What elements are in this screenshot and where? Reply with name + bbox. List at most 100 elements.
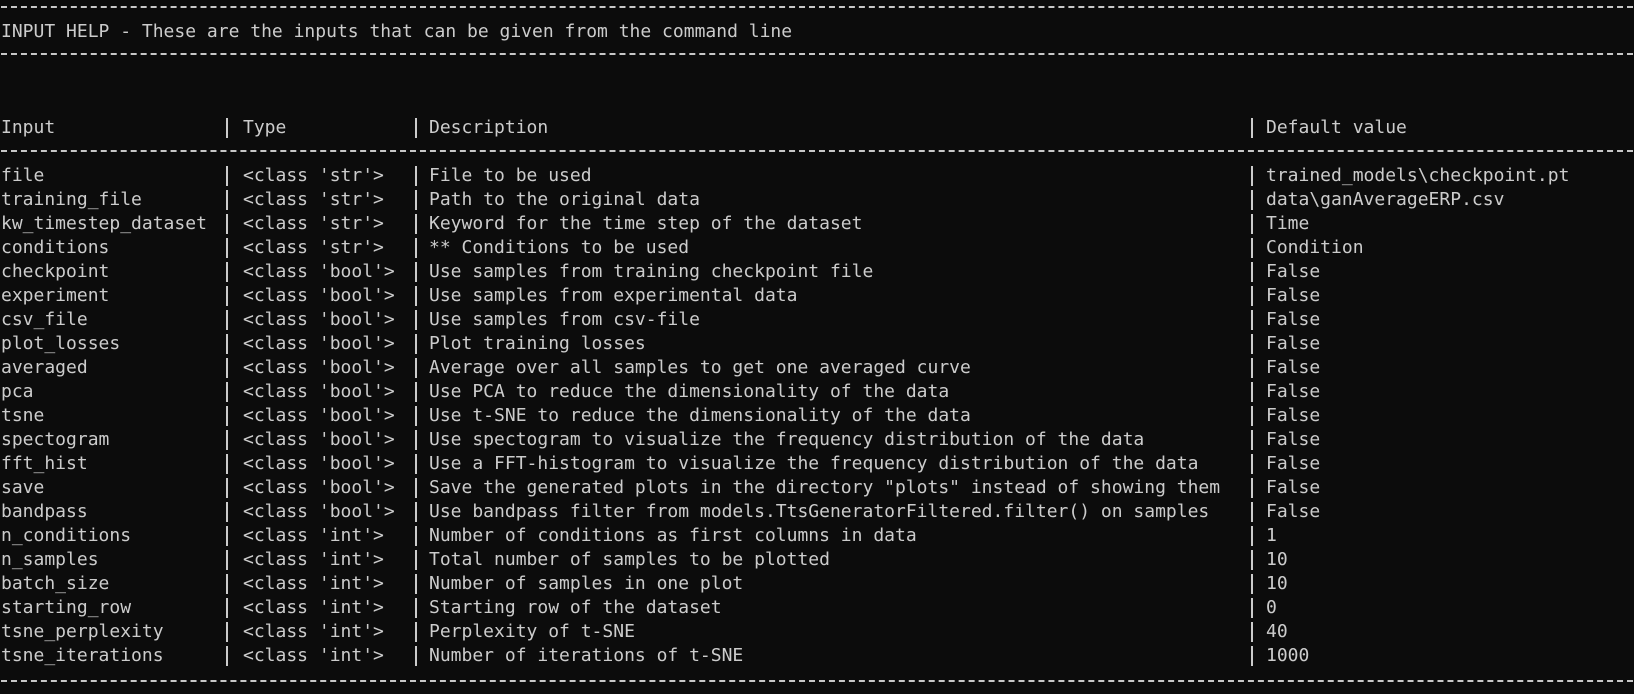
row-default: False (1266, 501, 1321, 522)
table-row: file <class 'str'> File to be used trained_… (1, 164, 1633, 188)
header-description: Description (429, 117, 549, 138)
column-separator (415, 502, 417, 522)
table-row: batch_size <class 'int'> Number of samples… (1, 572, 1633, 596)
column-separator (226, 118, 228, 138)
row-type: <class 'str'> (243, 165, 384, 186)
table-row: kw_timestep_dataset <class 'str'> Keyword … (1, 212, 1633, 236)
table-row: pca <class 'bool'> Use PCA to reduce the d… (1, 380, 1633, 404)
column-separator (1251, 214, 1253, 234)
column-separator (415, 262, 417, 282)
column-separator (415, 550, 417, 570)
column-separator (415, 646, 417, 666)
table-row: averaged <class 'bool'> Average over all s… (1, 356, 1633, 380)
column-separator (1251, 646, 1253, 666)
row-default: Time (1266, 213, 1310, 234)
row-description: Total number of samples to be plotted (429, 549, 830, 570)
row-type: <class 'bool'> (243, 309, 395, 330)
table-row: bandpass <class 'bool'> Use bandpass filte… (1, 500, 1633, 524)
row-type: <class 'str'> (243, 189, 384, 210)
row-type: <class 'int'> (243, 549, 384, 570)
row-description: Use samples from training checkpoint fil… (429, 261, 874, 282)
row-description: Path to the original data (429, 189, 700, 210)
row-description: File to be used (429, 165, 592, 186)
row-input: batch_size (1, 573, 110, 594)
row-default: 10 (1266, 573, 1288, 594)
header-type: Type (243, 117, 287, 138)
column-separator (1251, 382, 1253, 402)
column-separator (1251, 502, 1253, 522)
row-type: <class 'bool'> (243, 429, 395, 450)
column-separator (226, 550, 228, 570)
column-separator (1251, 166, 1253, 186)
header-default: Default value (1266, 117, 1407, 138)
row-input: checkpoint (1, 261, 110, 282)
row-default: False (1266, 477, 1321, 498)
column-separator (226, 286, 228, 306)
row-input: starting_row (1, 597, 132, 618)
column-separator (226, 574, 228, 594)
row-input: tsne_iterations (1, 645, 164, 666)
row-input: n_samples (1, 549, 99, 570)
column-separator (1251, 118, 1253, 138)
table-row: tsne_perplexity <class 'int'> Perplexity o… (1, 620, 1633, 644)
table-row: save <class 'bool'> Save the generated plo… (1, 476, 1633, 500)
column-separator (226, 382, 228, 402)
help-title: INPUT HELP - These are the inputs that c… (1, 21, 793, 42)
row-input: kw_timestep_dataset (1, 213, 207, 234)
table-row: training_file <class 'str'> Path to the or… (1, 188, 1633, 212)
column-separator (1251, 526, 1253, 546)
column-separator (415, 214, 417, 234)
column-separator (415, 334, 417, 354)
row-description: Plot training losses (429, 333, 646, 354)
column-separator (1251, 430, 1253, 450)
table-row: checkpoint <class 'bool'> Use samples from… (1, 260, 1633, 284)
row-default: False (1266, 453, 1321, 474)
column-separator (415, 382, 417, 402)
column-separator (415, 358, 417, 378)
separator-line (1, 53, 1633, 55)
row-type: <class 'bool'> (243, 477, 395, 498)
row-description: Save the generated plots in the director… (429, 477, 1221, 498)
column-separator (226, 358, 228, 378)
column-separator (1251, 334, 1253, 354)
row-default: data\ganAverageERP.csv (1266, 189, 1505, 210)
column-separator (226, 262, 228, 282)
column-separator (1251, 598, 1253, 618)
row-input: bandpass (1, 501, 88, 522)
row-default: 0 (1266, 597, 1277, 618)
row-input: averaged (1, 357, 88, 378)
row-input: experiment (1, 285, 110, 306)
row-description: Use a FFT-histogram to visualize the fre… (429, 453, 1199, 474)
column-separator (1251, 262, 1253, 282)
row-default: False (1266, 405, 1321, 426)
row-input: spectogram (1, 429, 110, 450)
row-default: False (1266, 357, 1321, 378)
column-separator (1251, 190, 1253, 210)
column-separator (1251, 310, 1253, 330)
column-separator (226, 238, 228, 258)
row-default: False (1266, 309, 1321, 330)
column-separator (415, 454, 417, 474)
row-type: <class 'int'> (243, 597, 384, 618)
column-separator (415, 622, 417, 642)
row-default: False (1266, 429, 1321, 450)
row-default: 40 (1266, 621, 1288, 642)
table-row: tsne_iterations <class 'int'> Number of it… (1, 644, 1633, 668)
terminal-window[interactable]: INPUT HELP - These are the inputs that c… (0, 0, 1634, 694)
column-separator (226, 478, 228, 498)
row-description: Number of conditions as first columns in… (429, 525, 917, 546)
row-input: n_conditions (1, 525, 132, 546)
table-row: experiment <class 'bool'> Use samples from… (1, 284, 1633, 308)
table-row: conditions <class 'str'> ** Conditions to … (1, 236, 1633, 260)
row-description: Number of iterations of t-SNE (429, 645, 744, 666)
column-separator (226, 598, 228, 618)
column-separator (415, 598, 417, 618)
column-separator (1251, 358, 1253, 378)
row-description: Starting row of the dataset (429, 597, 722, 618)
row-description: Average over all samples to get one aver… (429, 357, 971, 378)
table-row: plot_losses <class 'bool'> Plot training l… (1, 332, 1633, 356)
separator-line (1, 150, 1633, 152)
row-default: False (1266, 285, 1321, 306)
column-separator (1251, 574, 1253, 594)
column-separator (415, 238, 417, 258)
